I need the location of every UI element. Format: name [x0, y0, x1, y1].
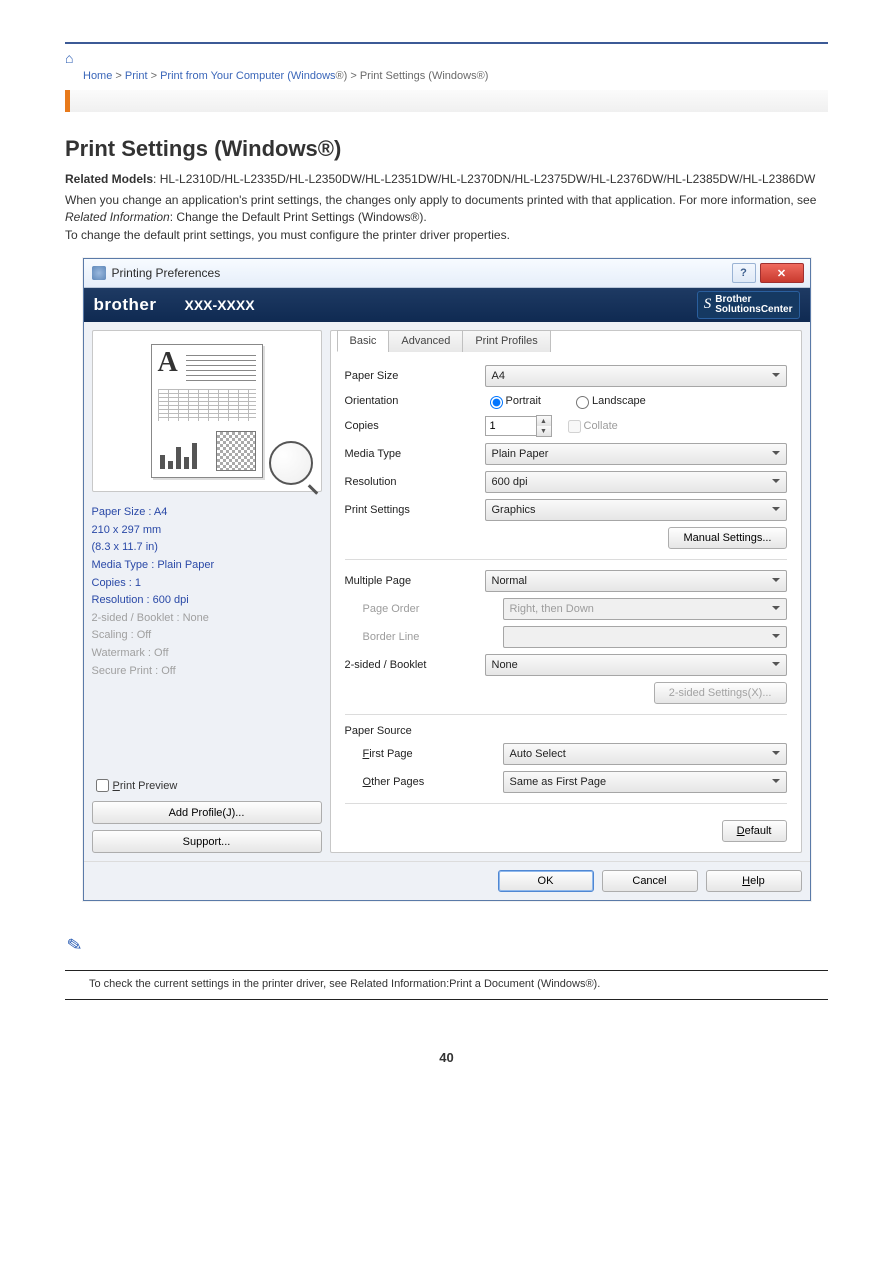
print-preview-checkbox[interactable]: PPrint Previewrint Preview: [92, 776, 322, 795]
label-border-line: Border Line: [363, 631, 503, 643]
breadcrumb: Home > Print > Print from Your Computer …: [83, 70, 838, 82]
dialog-title: Printing Preferences: [112, 266, 221, 280]
page-order-select: Right, then Down: [503, 598, 787, 620]
other-pages-select[interactable]: Same as First Page: [503, 771, 787, 793]
intro-text: When you change an application's print s…: [65, 192, 828, 244]
default-button[interactable]: Default: [722, 820, 787, 842]
twosided-select[interactable]: None: [485, 654, 787, 676]
magnifier-icon: [269, 441, 313, 485]
paper-size-select[interactable]: A4: [485, 365, 787, 387]
page-title: Print Settings (Windows®): [65, 136, 828, 162]
radio-portrait[interactable]: Portrait: [485, 393, 541, 409]
current-settings: Paper Size : A4 210 x 297 mm (8.3 x 11.7…: [92, 504, 322, 680]
label-print-settings: Print Settings: [345, 504, 485, 516]
label-paper-size: Paper Size: [345, 370, 485, 382]
label-orientation: Orientation: [345, 395, 485, 407]
pencil-icon: ✎: [65, 934, 84, 957]
ok-button[interactable]: OK: [498, 870, 594, 892]
help-button[interactable]: ?: [732, 263, 756, 283]
first-page-select[interactable]: Auto Select: [503, 743, 787, 765]
label-first-page: First Page: [363, 748, 503, 760]
brother-logo: brother: [94, 295, 157, 315]
page-preview: [92, 330, 322, 492]
tab-advanced[interactable]: Advanced: [388, 330, 463, 352]
crumb-print[interactable]: Print: [125, 70, 148, 82]
label-media-type: Media Type: [345, 448, 485, 460]
home-icon: ⌂: [65, 50, 73, 66]
copies-input[interactable]: [485, 416, 537, 436]
related-models: Related Models: HL-L2310D/HL-L2335D/HL-L…: [65, 172, 828, 186]
close-button[interactable]: ✕: [760, 263, 804, 283]
model-name: XXX-XXXX: [185, 297, 255, 313]
solutions-center-button[interactable]: S BrotherSolutionsCenter: [697, 291, 800, 319]
page-number: 40: [55, 1050, 838, 1065]
tab-print-profiles[interactable]: Print Profiles: [462, 330, 550, 352]
print-settings-select[interactable]: Graphics: [485, 499, 787, 521]
add-profile-button[interactable]: Add Profile(J)...: [92, 801, 322, 824]
printer-icon: [92, 266, 106, 280]
copies-spinner[interactable]: ▲▼: [536, 415, 552, 437]
multiple-page-select[interactable]: Normal: [485, 570, 787, 592]
resolution-select[interactable]: 600 dpi: [485, 471, 787, 493]
printing-preferences-dialog: Printing Preferences ? ✕ brother XXX-XXX…: [83, 258, 811, 901]
crumb-home[interactable]: Home: [83, 70, 112, 82]
cancel-button[interactable]: Cancel: [602, 870, 698, 892]
collate-checkbox: Collate: [564, 417, 618, 436]
twosided-settings-button: 2-sided Settings(X)...: [654, 682, 787, 704]
note-text: To check the current settings in the pri…: [89, 977, 828, 993]
media-type-select[interactable]: Plain Paper: [485, 443, 787, 465]
support-button[interactable]: Support...: [92, 830, 322, 853]
radio-landscape[interactable]: Landscape: [571, 393, 646, 409]
label-multiple-page: Multiple Page: [345, 575, 485, 587]
tab-basic[interactable]: Basic: [337, 330, 390, 352]
label-resolution: Resolution: [345, 476, 485, 488]
label-page-order: Page Order: [363, 603, 503, 615]
label-paper-source: Paper Source: [345, 725, 485, 737]
crumb-print-pc[interactable]: Print from Your Computer (Windows: [160, 70, 335, 82]
section-bar: [65, 90, 828, 112]
label-copies: Copies: [345, 420, 485, 432]
help-footer-button[interactable]: Help: [706, 870, 802, 892]
solutions-icon: S: [704, 297, 712, 313]
label-other-pages: Other Pages: [363, 776, 503, 788]
label-twosided: 2-sided / Booklet: [345, 659, 485, 671]
border-line-select: [503, 626, 787, 648]
manual-settings-button[interactable]: Manual Settings...: [668, 527, 786, 549]
